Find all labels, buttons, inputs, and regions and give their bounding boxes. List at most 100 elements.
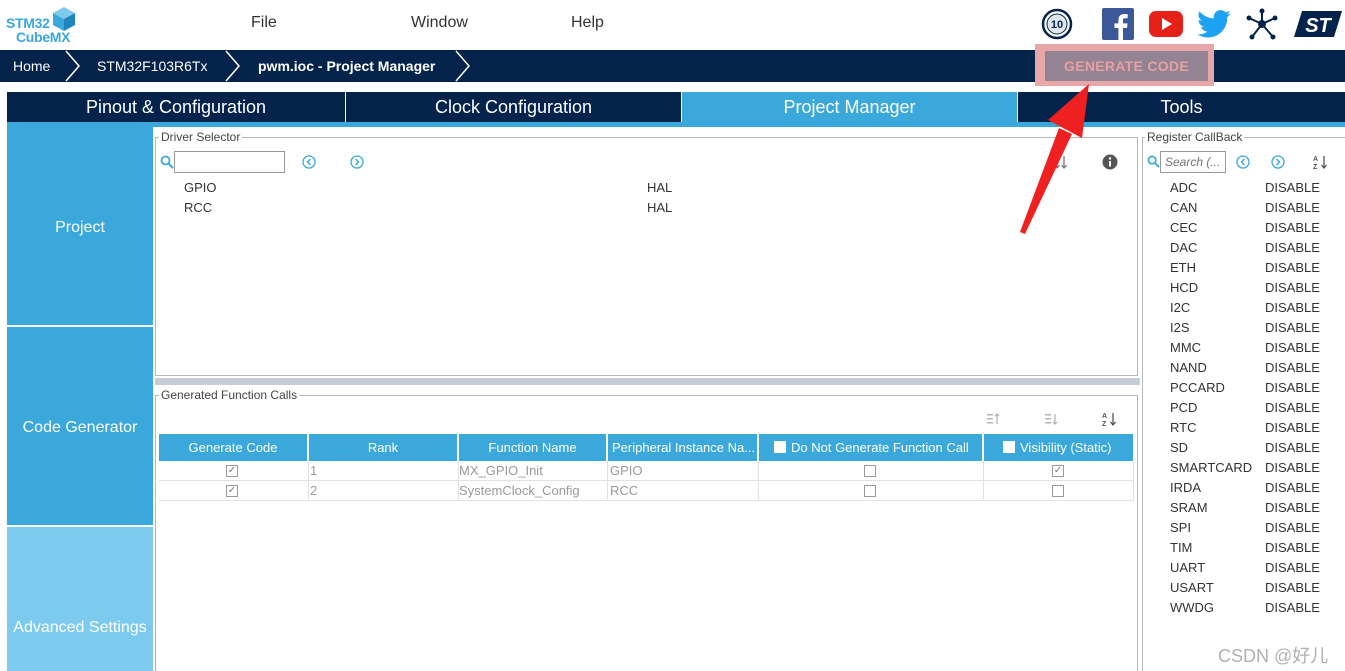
callback-value[interactable]: DISABLE bbox=[1265, 340, 1320, 355]
tab-project-manager[interactable]: Project Manager bbox=[682, 92, 1017, 122]
sidenav-code-generator[interactable]: Code Generator bbox=[7, 327, 153, 525]
callback-value[interactable]: DISABLE bbox=[1265, 240, 1320, 255]
callback-value[interactable]: DISABLE bbox=[1265, 180, 1320, 195]
driver-row-name: RCC bbox=[184, 200, 213, 215]
breadcrumb-chevron-icon bbox=[455, 50, 470, 82]
function-name-cell: MX_GPIO_Init bbox=[459, 461, 608, 481]
do-not-generate-header-checkbox[interactable] bbox=[774, 441, 786, 453]
callback-name: USART bbox=[1170, 580, 1214, 595]
function-name-cell: SystemClock_Config bbox=[459, 481, 608, 501]
sidenav-advanced-settings[interactable]: Advanced Settings bbox=[7, 527, 153, 671]
move-up-icon[interactable] bbox=[986, 412, 1000, 426]
info-icon[interactable] bbox=[1102, 154, 1118, 170]
network-icon[interactable] bbox=[1244, 6, 1280, 42]
callback-name: IRDA bbox=[1170, 480, 1202, 495]
callback-name: MMC bbox=[1170, 340, 1202, 355]
breadcrumb-project[interactable]: pwm.ioc - Project Manager bbox=[258, 50, 435, 82]
driver-selector-panel bbox=[155, 137, 1138, 376]
anniversary-badge-icon[interactable]: 10 bbox=[1040, 6, 1074, 42]
next-match-icon[interactable] bbox=[350, 155, 364, 169]
do-not-generate-checkbox[interactable] bbox=[864, 465, 876, 477]
callback-name: CAN bbox=[1170, 200, 1198, 215]
generated-calls-title: Generated Function Calls bbox=[159, 388, 300, 402]
callback-name: SMARTCARD bbox=[1170, 460, 1253, 475]
callback-value[interactable]: DISABLE bbox=[1265, 480, 1320, 495]
callback-name: I2C bbox=[1170, 300, 1191, 315]
menu-window[interactable]: Window bbox=[411, 14, 468, 32]
generate-code-button[interactable]: GENERATE CODE bbox=[1045, 51, 1208, 81]
callback-value[interactable]: DISABLE bbox=[1265, 500, 1320, 515]
tab-clock-configuration[interactable]: Clock Configuration bbox=[346, 92, 681, 122]
callback-name: HCD bbox=[1170, 280, 1199, 295]
col-peripheral-instance[interactable]: Peripheral Instance Na... bbox=[608, 434, 757, 461]
callback-value[interactable]: DISABLE bbox=[1265, 580, 1320, 595]
col-function-name[interactable]: Function Name bbox=[459, 434, 606, 461]
visibility-header-checkbox[interactable] bbox=[1003, 441, 1015, 453]
sidenav-project[interactable]: Project bbox=[7, 127, 153, 325]
col-do-not-generate[interactable]: Do Not Generate Function Call bbox=[759, 434, 982, 461]
tab-underline bbox=[7, 122, 1345, 127]
callback-value[interactable]: DISABLE bbox=[1265, 360, 1320, 375]
driver-row-name: GPIO bbox=[184, 180, 217, 195]
callback-name: PCCARD bbox=[1170, 380, 1225, 395]
callback-value[interactable]: DISABLE bbox=[1265, 520, 1320, 535]
callback-value[interactable]: DISABLE bbox=[1265, 200, 1320, 215]
generate-code-checkbox[interactable]: ✓ bbox=[226, 465, 238, 477]
annotation-arrow-icon bbox=[1020, 84, 1089, 234]
callback-value[interactable]: DISABLE bbox=[1265, 560, 1320, 575]
rank-cell: 1 bbox=[309, 461, 459, 481]
move-down-icon[interactable] bbox=[1044, 412, 1058, 426]
col-rank[interactable]: Rank bbox=[309, 434, 457, 461]
callback-value[interactable]: DISABLE bbox=[1265, 220, 1320, 235]
callback-value[interactable]: DISABLE bbox=[1265, 300, 1320, 315]
callback-name: NAND bbox=[1170, 360, 1207, 375]
driver-search-input[interactable] bbox=[174, 151, 285, 173]
callback-value[interactable]: DISABLE bbox=[1265, 600, 1320, 615]
facebook-icon[interactable] bbox=[1101, 6, 1135, 42]
callback-name: SD bbox=[1170, 440, 1189, 455]
svg-text:ST: ST bbox=[1305, 15, 1332, 37]
visibility-checkbox[interactable] bbox=[1052, 485, 1064, 497]
menu-help[interactable]: Help bbox=[571, 14, 604, 32]
callback-name: ADC bbox=[1170, 180, 1198, 195]
callback-name: I2S bbox=[1170, 320, 1190, 335]
visibility-checkbox[interactable]: ✓ bbox=[1052, 465, 1064, 477]
youtube-icon[interactable] bbox=[1148, 6, 1184, 42]
driver-row-value[interactable]: HAL bbox=[647, 180, 672, 195]
callback-value[interactable]: DISABLE bbox=[1265, 420, 1320, 435]
breadcrumb-chevron-icon bbox=[65, 50, 80, 82]
panel-splitter[interactable] bbox=[155, 378, 1140, 385]
callback-value[interactable]: DISABLE bbox=[1265, 320, 1320, 335]
do-not-generate-checkbox[interactable] bbox=[864, 485, 876, 497]
tab-pinout-configuration[interactable]: Pinout & Configuration bbox=[7, 92, 345, 122]
callback-name: DAC bbox=[1170, 240, 1198, 255]
callback-name: UART bbox=[1170, 560, 1206, 575]
twitter-icon[interactable] bbox=[1196, 6, 1232, 42]
callback-next-icon[interactable] bbox=[1271, 155, 1285, 169]
driver-row-value[interactable]: HAL bbox=[647, 200, 672, 215]
rank-cell: 2 bbox=[309, 481, 459, 501]
callback-name: RTC bbox=[1170, 420, 1197, 435]
col-generate-code[interactable]: Generate Code bbox=[159, 434, 307, 461]
prev-match-icon[interactable] bbox=[302, 155, 316, 169]
top-menu-bar: STM32 CubeMX File Window Help 10 ST bbox=[0, 0, 1345, 50]
callback-value[interactable]: DISABLE bbox=[1265, 380, 1320, 395]
menu-file[interactable]: File bbox=[251, 14, 277, 32]
callback-search-input[interactable] bbox=[1160, 151, 1226, 173]
callback-value[interactable]: DISABLE bbox=[1265, 460, 1320, 475]
peripheral-instance-cell: RCC bbox=[608, 481, 759, 501]
callback-value[interactable]: DISABLE bbox=[1265, 260, 1320, 275]
callback-value[interactable]: DISABLE bbox=[1265, 400, 1320, 415]
callback-name: PCD bbox=[1170, 400, 1198, 415]
st-logo-icon[interactable]: ST bbox=[1294, 6, 1342, 42]
generate-code-checkbox[interactable]: ✓ bbox=[226, 485, 238, 497]
svg-text:Z: Z bbox=[1102, 421, 1107, 427]
callback-name: TIM bbox=[1170, 540, 1193, 555]
callback-value[interactable]: DISABLE bbox=[1265, 280, 1320, 295]
sort-az-icon[interactable]: A Z bbox=[1101, 411, 1117, 427]
breadcrumb-mcu[interactable]: STM32F103R6Tx bbox=[97, 50, 207, 82]
callback-prev-icon[interactable] bbox=[1236, 155, 1250, 169]
breadcrumb-home[interactable]: Home bbox=[13, 50, 50, 82]
callback-value[interactable]: DISABLE bbox=[1265, 540, 1320, 555]
callback-value[interactable]: DISABLE bbox=[1265, 440, 1320, 455]
